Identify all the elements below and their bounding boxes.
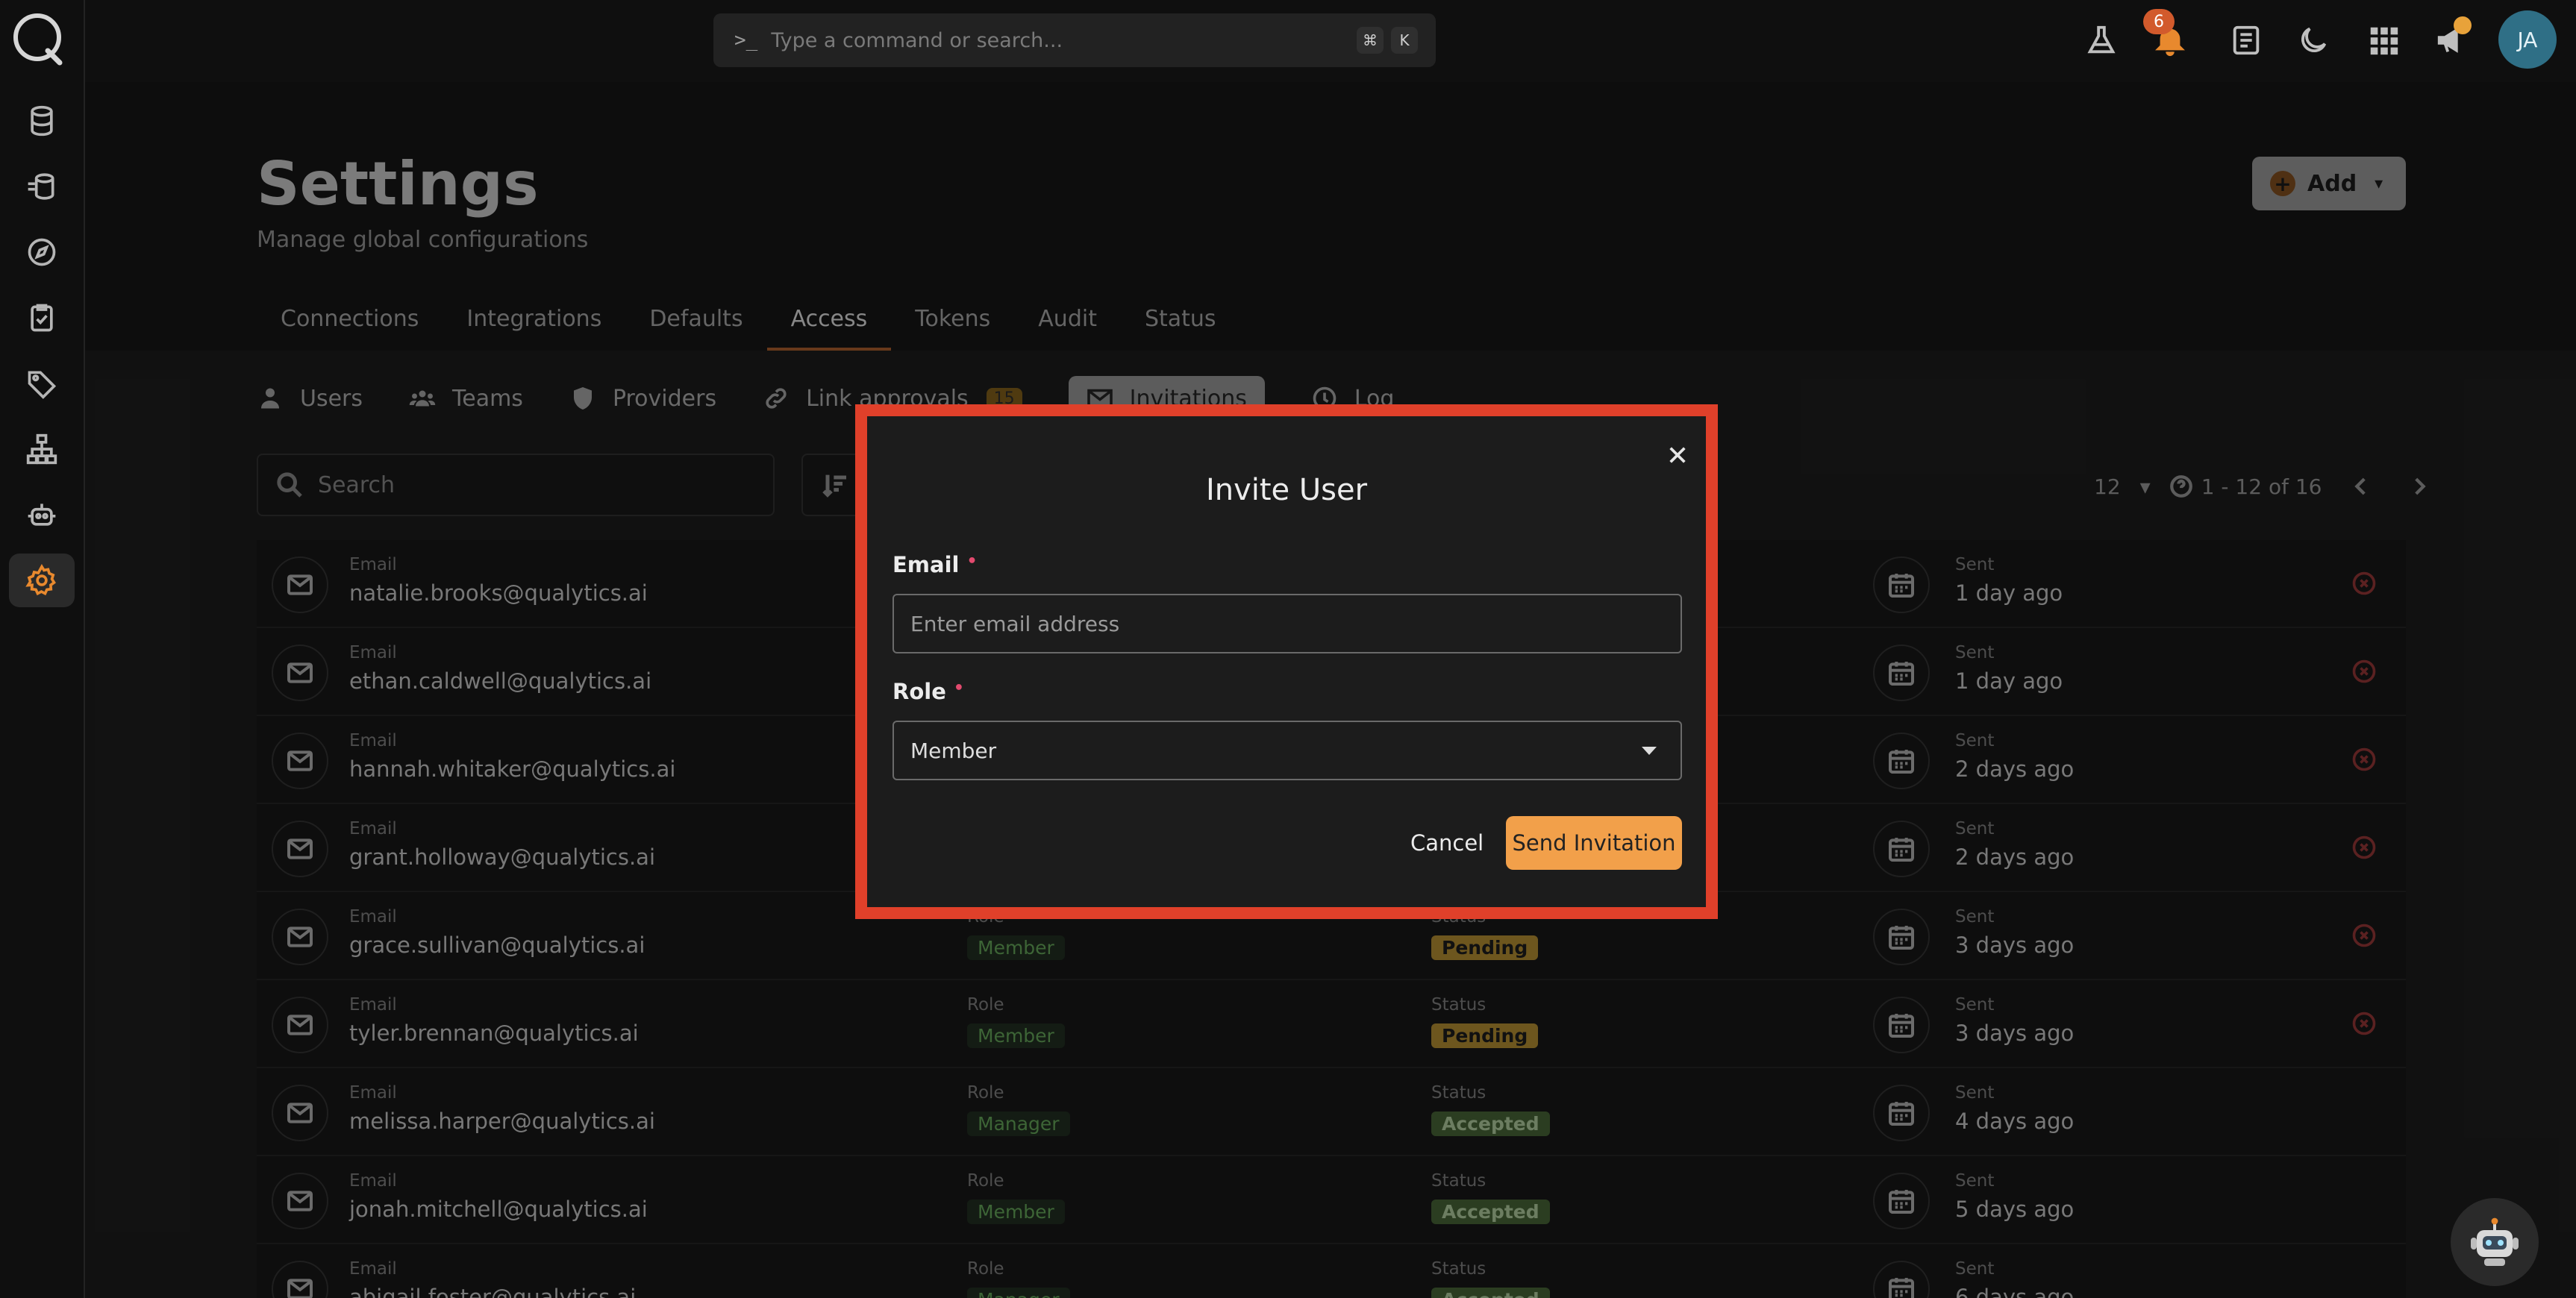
clipboard-check-icon	[31, 304, 53, 332]
sidebar-item-agents[interactable]	[9, 488, 75, 542]
app-root: >_ Type a command or search... ⌘ K 6 JA …	[0, 0, 2576, 1298]
sidebar-item-explore[interactable]	[9, 225, 75, 279]
required-marker: •	[953, 679, 964, 697]
document-icon	[2233, 25, 2260, 55]
theme-toggle-button[interactable]	[2294, 21, 2333, 60]
invite-user-modal: Invite User Email • Enter email address R…	[867, 416, 1706, 907]
caret-down-icon	[1642, 746, 1657, 755]
announcement-dot-badge	[2454, 16, 2472, 34]
sidebar-item-tags[interactable]	[9, 357, 75, 410]
apps-button[interactable]	[2364, 21, 2403, 60]
role-field-label: Role •	[892, 679, 964, 704]
terminal-prompt-icon: >_	[734, 29, 758, 51]
shortcut-key-cmd: ⌘	[1357, 27, 1384, 54]
close-button[interactable]	[1663, 440, 1692, 470]
command-search-placeholder: Type a command or search...	[771, 28, 1063, 52]
email-input-placeholder: Enter email address	[910, 611, 1120, 636]
notification-count-badge: 6	[2143, 9, 2175, 34]
command-search[interactable]: >_ Type a command or search... ⌘ K	[713, 13, 1436, 67]
robot-assistant-icon	[2471, 1217, 2519, 1266]
close-icon	[1669, 447, 1686, 463]
assistant-bot-button[interactable]	[2451, 1198, 2539, 1286]
tag-icon	[28, 371, 57, 399]
sidebar	[0, 0, 85, 1298]
sidebar-item-enrichment[interactable]	[9, 160, 75, 213]
email-label-text: Email	[892, 552, 960, 577]
database-flow-icon	[28, 173, 54, 200]
shortcut-key-k: K	[1391, 27, 1418, 54]
grid-icon	[2370, 27, 2398, 55]
hierarchy-icon	[26, 433, 57, 465]
sidebar-item-datastores[interactable]	[9, 94, 75, 148]
sidebar-item-settings[interactable]	[9, 554, 75, 607]
role-select-value: Member	[910, 738, 997, 763]
sidebar-item-flows[interactable]	[9, 422, 75, 476]
labs-button[interactable]	[2082, 21, 2121, 60]
email-input[interactable]: Enter email address	[892, 594, 1682, 653]
modal-title: Invite User	[1205, 473, 1368, 507]
flask-icon	[2087, 25, 2116, 54]
gear-icon	[25, 564, 56, 596]
compass-icon	[28, 238, 56, 266]
user-avatar[interactable]: JA	[2498, 10, 2557, 69]
role-label-text: Role	[892, 679, 946, 704]
cancel-button[interactable]: Cancel	[1397, 816, 1497, 870]
email-field-label: Email •	[892, 552, 978, 577]
role-select[interactable]: Member	[892, 721, 1682, 780]
required-marker: •	[966, 552, 978, 571]
robot-icon	[28, 504, 56, 526]
send-invitation-button[interactable]: Send Invitation	[1506, 816, 1682, 870]
database-icon	[31, 105, 53, 137]
moon-icon	[2301, 27, 2327, 52]
qualytics-logo[interactable]	[10, 10, 67, 67]
docs-button[interactable]	[2227, 21, 2266, 60]
sidebar-item-checks[interactable]	[9, 291, 75, 345]
